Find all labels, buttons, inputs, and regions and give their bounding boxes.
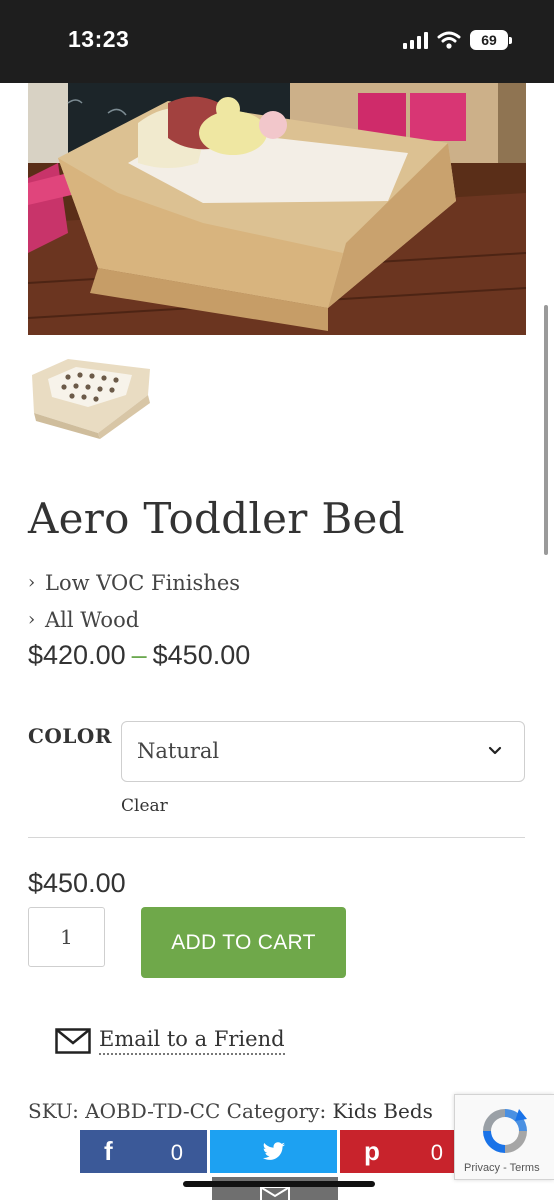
color-label: COLOR	[28, 724, 112, 748]
battery-icon: 69	[470, 30, 512, 50]
category-label: Category:	[226, 1099, 327, 1123]
clear-selection-link[interactable]: Clear	[121, 796, 168, 816]
share-bar: f 0 p 0	[80, 1130, 467, 1173]
chevron-right-icon: ›	[28, 609, 36, 630]
pinterest-icon: p	[364, 1130, 380, 1173]
recaptcha-terms-link[interactable]: Terms	[510, 1162, 540, 1174]
sku-value: AOBD-TD-CC	[85, 1099, 221, 1123]
page-scrollbar[interactable]	[544, 305, 548, 555]
pinterest-icon-glyph: p	[364, 1136, 380, 1166]
home-indicator[interactable]	[183, 1181, 375, 1187]
sku-label: SKU:	[28, 1099, 79, 1123]
price-range: $420.00– $450.00	[28, 640, 250, 671]
variant-price: $450.00	[28, 868, 126, 898]
recaptcha-separator: -	[503, 1162, 507, 1174]
email-friend-label: Email to a Friend	[99, 1027, 285, 1055]
price-min: $420.00	[28, 640, 126, 670]
quantity-input[interactable]: 1	[28, 907, 105, 967]
add-to-cart-button[interactable]: ADD TO CART	[141, 907, 346, 978]
category-link[interactable]: Kids Beds	[333, 1099, 433, 1123]
envelope-icon	[260, 1186, 290, 1200]
signal-icon	[403, 31, 428, 49]
status-time: 13:23	[68, 26, 130, 52]
divider	[28, 837, 525, 838]
product-title: Aero Toddler Bed	[28, 494, 405, 543]
feature-list: › Low VOC Finishes › All Wood	[28, 564, 240, 638]
wifi-icon	[437, 31, 461, 49]
feature-item: › All Wood	[28, 601, 240, 638]
facebook-share-count: 0	[170, 1140, 183, 1165]
product-meta: SKU: AOBD-TD-CC Category: Kids Beds	[28, 1099, 433, 1123]
facebook-share-button[interactable]: f 0	[80, 1130, 207, 1173]
twitter-share-button[interactable]	[210, 1130, 337, 1173]
feature-item: › Low VOC Finishes	[28, 564, 240, 601]
battery-level: 69	[481, 32, 497, 48]
feature-label: All Wood	[45, 607, 140, 632]
pinterest-share-button[interactable]: p 0	[340, 1130, 467, 1173]
product-thumbnail[interactable]	[28, 345, 152, 440]
pinterest-share-count: 0	[430, 1140, 443, 1165]
facebook-icon: f	[104, 1136, 113, 1166]
status-icons: 69	[403, 30, 512, 50]
status-bar: 13:23 69	[0, 0, 554, 83]
toddler-bed-photo	[28, 83, 526, 335]
color-selected-value: Natural	[137, 739, 220, 763]
recaptcha-logo-icon	[483, 1109, 527, 1153]
product-main-image[interactable]	[28, 83, 526, 335]
recaptcha-privacy-link[interactable]: Privacy	[464, 1162, 500, 1174]
chevron-down-icon	[488, 746, 502, 755]
twitter-bird-icon	[262, 1130, 286, 1173]
bed-thumbnail-image	[32, 359, 150, 439]
recaptcha-badge[interactable]: Privacy - Terms	[454, 1094, 554, 1180]
envelope-icon	[55, 1028, 91, 1054]
price-max: $450.00	[152, 640, 251, 670]
chevron-right-icon: ›	[28, 572, 36, 593]
email-friend-link[interactable]: Email to a Friend	[55, 1027, 285, 1055]
color-select[interactable]: Natural	[121, 721, 525, 782]
recaptcha-links: Privacy - Terms	[464, 1162, 540, 1174]
feature-label: Low VOC Finishes	[45, 570, 241, 595]
price-separator: –	[131, 640, 147, 670]
